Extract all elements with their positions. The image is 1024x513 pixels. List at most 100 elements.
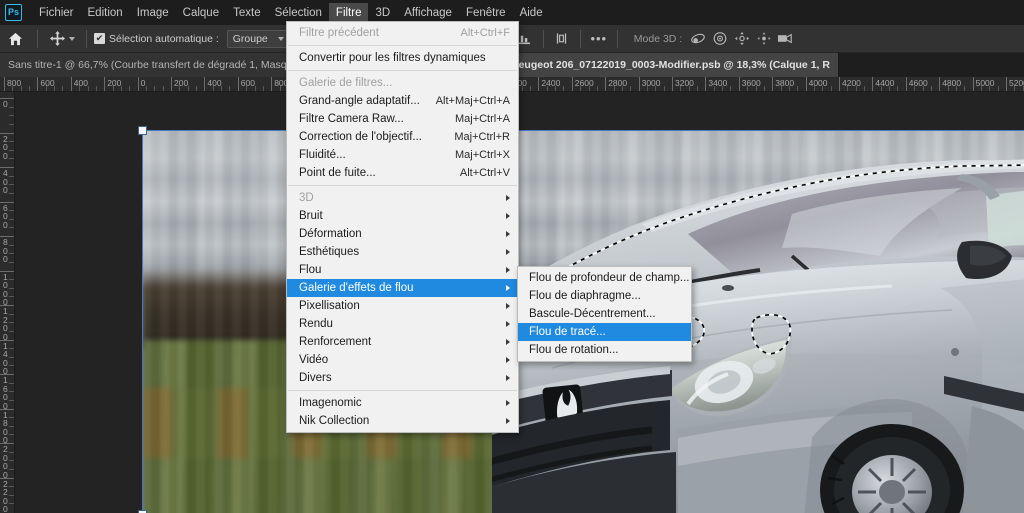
menu-item-fluidite[interactable]: Fluidité... Maj+Ctrl+X xyxy=(287,146,518,164)
menu-3d[interactable]: 3D xyxy=(368,3,397,23)
ruler-label: 3200 xyxy=(675,78,694,88)
photoshop-logo-icon: Ps xyxy=(5,4,22,21)
submenu-item-flou-de-rotation[interactable]: Flou de rotation... xyxy=(518,341,691,359)
menu-item-label: Rendu xyxy=(299,318,333,330)
menu-item-label: Galerie d'effets de flou xyxy=(299,282,414,294)
menu-item-label: Grand-angle adaptatif... xyxy=(299,95,420,107)
slide-3d-icon[interactable] xyxy=(753,29,775,49)
menu-image[interactable]: Image xyxy=(130,3,176,23)
menu-item-deformation[interactable]: Déformation xyxy=(287,225,518,243)
home-icon[interactable] xyxy=(0,32,30,46)
menu-item-shortcut: Maj+Ctrl+X xyxy=(454,149,510,161)
distribute-icon[interactable] xyxy=(551,29,573,49)
ruler-label: 1600 xyxy=(3,375,8,411)
menu-item-shortcut: Alt+Ctrl+V xyxy=(459,167,510,179)
submenu-arrow-icon xyxy=(506,339,510,345)
menu-texte[interactable]: Texte xyxy=(226,3,268,23)
ruler-label: 400 xyxy=(3,168,8,195)
menu-item-label: Point de fuite... xyxy=(299,167,376,179)
blur-gallery-submenu[interactable]: Flou de profondeur de champ... Flou de di… xyxy=(517,266,692,362)
move-tool-icon[interactable] xyxy=(45,30,79,47)
menu-item-esthetiques[interactable]: Esthétiques xyxy=(287,243,518,261)
submenu-item-flou-de-trace[interactable]: Flou de tracé... xyxy=(518,323,691,341)
document-tab-3-title: Peugeot 206_07122019_0003-Modifier.psb @… xyxy=(511,59,830,71)
auto-select-scope-dropdown[interactable]: Groupe xyxy=(226,29,290,48)
ruler-label: 0 xyxy=(140,78,146,88)
chevron-down-icon xyxy=(277,36,284,41)
menu-item-convertir-pour-les-filtres-dynamiques[interactable]: Convertir pour les filtres dynamiques xyxy=(287,49,518,67)
menu-item-galerie-de-filtres: Galerie de filtres... xyxy=(287,74,518,92)
menu-item-bruit[interactable]: Bruit xyxy=(287,207,518,225)
menu-item-galerie-d-effets-de-flou[interactable]: Galerie d'effets de flou xyxy=(287,279,518,297)
auto-select-scope-value: Groupe xyxy=(232,32,268,45)
menu-item-pixellisation[interactable]: Pixellisation xyxy=(287,297,518,315)
submenu-arrow-icon xyxy=(506,357,510,363)
menu-item-label: Filtre précédent xyxy=(299,27,379,39)
menu-item-renforcement[interactable]: Renforcement xyxy=(287,333,518,351)
menu-item-label: Divers xyxy=(299,372,332,384)
submenu-arrow-icon xyxy=(506,213,510,219)
ruler-label: 4600 xyxy=(908,78,928,88)
ruler-label: 5200 xyxy=(1009,78,1024,88)
document-tab-1-title: Sans titre-1 @ 66,7% (Courbe transfert d… xyxy=(8,59,287,71)
ruler-label: 4400 xyxy=(875,78,895,88)
roll-3d-icon[interactable] xyxy=(709,29,731,49)
menu-item-label: Galerie de filtres... xyxy=(299,77,393,89)
menu-filtre[interactable]: Filtre xyxy=(328,2,369,23)
ruler-label: 4000 xyxy=(808,78,828,88)
filter-menu-dropdown[interactable]: Filtre précédent Alt+Ctrl+F Convertir pour… xyxy=(286,21,519,433)
pan-3d-icon[interactable] xyxy=(731,29,753,49)
menu-item-imagenomic[interactable]: Imagenomic xyxy=(287,394,518,412)
menu-affichage[interactable]: Affichage xyxy=(397,3,459,23)
menu-edition[interactable]: Edition xyxy=(81,3,130,23)
menu-item-label: Filtre Camera Raw... xyxy=(299,113,404,125)
submenu-arrow-icon xyxy=(506,231,510,237)
menu-item-correction-de-l-objectif[interactable]: Correction de l'objectif... Maj+Ctrl+R xyxy=(287,128,518,146)
ruler-label: 1000 xyxy=(3,271,8,307)
ruler-label: 200 xyxy=(3,133,8,161)
divider xyxy=(37,29,38,48)
menu-selection[interactable]: Sélection xyxy=(268,3,329,23)
menu-item-flou[interactable]: Flou xyxy=(287,261,518,279)
ruler-label: 3800 xyxy=(775,78,795,88)
document-tab-1[interactable]: Sans titre-1 @ 66,7% (Courbe transfert d… xyxy=(0,53,296,77)
menu-item-grand-angle-adaptatif[interactable]: Grand-angle adaptatif... Alt+Maj+Ctrl+A xyxy=(287,92,518,110)
camera-3d-icon[interactable] xyxy=(775,29,797,49)
submenu-arrow-icon xyxy=(506,303,510,309)
menu-item-label: Correction de l'objectif... xyxy=(299,131,423,143)
menu-item-rendu[interactable]: Rendu xyxy=(287,315,518,333)
auto-select-checkbox[interactable]: ✔ xyxy=(94,33,105,44)
menu-item-nik-collection[interactable]: Nik Collection xyxy=(287,412,518,430)
tool-preset-chevron-down-icon[interactable] xyxy=(69,36,75,41)
menu-item-label: 3D xyxy=(299,192,314,204)
orbit-3d-icon[interactable] xyxy=(687,29,709,49)
ruler-label: 5000 xyxy=(975,78,995,88)
menu-calque[interactable]: Calque xyxy=(176,3,226,23)
submenu-item-flou-de-diaphragme[interactable]: Flou de diaphragme... xyxy=(518,287,691,305)
menu-separator xyxy=(288,45,517,46)
auto-select-label: Sélection automatique : xyxy=(109,32,219,45)
menu-item-filtre-camera-raw[interactable]: Filtre Camera Raw... Maj+Ctrl+A xyxy=(287,110,518,128)
menu-item-label: Flou xyxy=(299,264,322,276)
submenu-item-label: Flou de diaphragme... xyxy=(529,290,641,302)
submenu-item-flou-de-profondeur-de-champ[interactable]: Flou de profondeur de champ... xyxy=(518,269,691,287)
document-tab-3[interactable]: Peugeot 206_07122019_0003-Modifier.psb @… xyxy=(503,53,839,77)
menu-separator xyxy=(288,70,517,71)
menu-item-label: Nik Collection xyxy=(299,415,370,427)
divider xyxy=(579,29,581,48)
more-options-button[interactable]: ••• xyxy=(588,29,610,49)
submenu-item-label: Bascule-Décentrement... xyxy=(529,308,656,320)
submenu-item-bascule-decentrement[interactable]: Bascule-Décentrement... xyxy=(518,305,691,323)
menu-item-label: Vidéo xyxy=(299,354,329,366)
menu-aide[interactable]: Aide xyxy=(513,3,550,23)
more-options-label: ••• xyxy=(590,30,608,46)
menu-fenetre[interactable]: Fenêtre xyxy=(459,3,513,23)
menu-fichier[interactable]: Fichier xyxy=(32,3,81,23)
submenu-arrow-icon xyxy=(506,375,510,381)
menu-item-point-de-fuite[interactable]: Point de fuite... Alt+Ctrl+V xyxy=(287,164,518,182)
menu-separator xyxy=(288,390,517,391)
menu-item-video[interactable]: Vidéo xyxy=(287,351,518,369)
submenu-arrow-icon xyxy=(506,321,510,327)
menu-item-divers[interactable]: Divers xyxy=(287,369,518,387)
submenu-arrow-icon xyxy=(506,195,510,201)
